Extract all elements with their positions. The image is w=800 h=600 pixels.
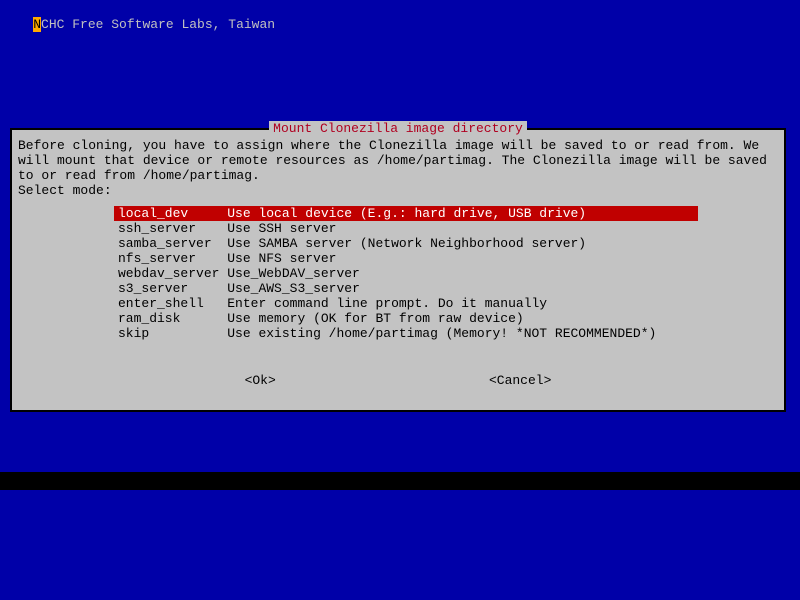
mode-menu[interactable]: local_dev Use local device (E.g.: hard d… xyxy=(114,206,778,341)
mount-dialog: Mount Clonezilla image directory Before … xyxy=(10,128,786,412)
menu-item-nfs-server[interactable]: nfs_server Use NFS server xyxy=(114,251,698,266)
menu-item-ssh-server[interactable]: ssh_server Use SSH server xyxy=(114,221,698,236)
dialog-title-wrap: Mount Clonezilla image directory xyxy=(12,121,784,136)
header-text: CHC Free Software Labs, Taiwan xyxy=(41,17,275,32)
menu-item-s3-server[interactable]: s3_server Use_AWS_S3_server xyxy=(114,281,698,296)
bottom-bar xyxy=(0,472,800,490)
menu-item-webdav-server[interactable]: webdav_server Use_WebDAV_server xyxy=(114,266,698,281)
cancel-button[interactable]: <Cancel> xyxy=(489,373,551,388)
header-highlight: N xyxy=(33,17,41,32)
screen: NCHC Free Software Labs, Taiwan Mount Cl… xyxy=(0,0,800,600)
dialog-buttons: <Ok> <Cancel> xyxy=(18,373,778,388)
menu-item-samba-server[interactable]: samba_server Use SAMBA server (Network N… xyxy=(114,236,698,251)
dialog-title: Mount Clonezilla image directory xyxy=(269,121,527,136)
ok-button[interactable]: <Ok> xyxy=(245,373,276,388)
menu-item-enter-shell[interactable]: enter_shell Enter command line prompt. D… xyxy=(114,296,698,311)
dialog-description: Before cloning, you have to assign where… xyxy=(18,138,778,198)
header-bar: NCHC Free Software Labs, Taiwan xyxy=(2,2,275,47)
menu-item-local-dev[interactable]: local_dev Use local device (E.g.: hard d… xyxy=(114,206,698,221)
menu-item-skip[interactable]: skip Use existing /home/partimag (Memory… xyxy=(114,326,698,341)
menu-item-ram-disk[interactable]: ram_disk Use memory (OK for BT from raw … xyxy=(114,311,698,326)
